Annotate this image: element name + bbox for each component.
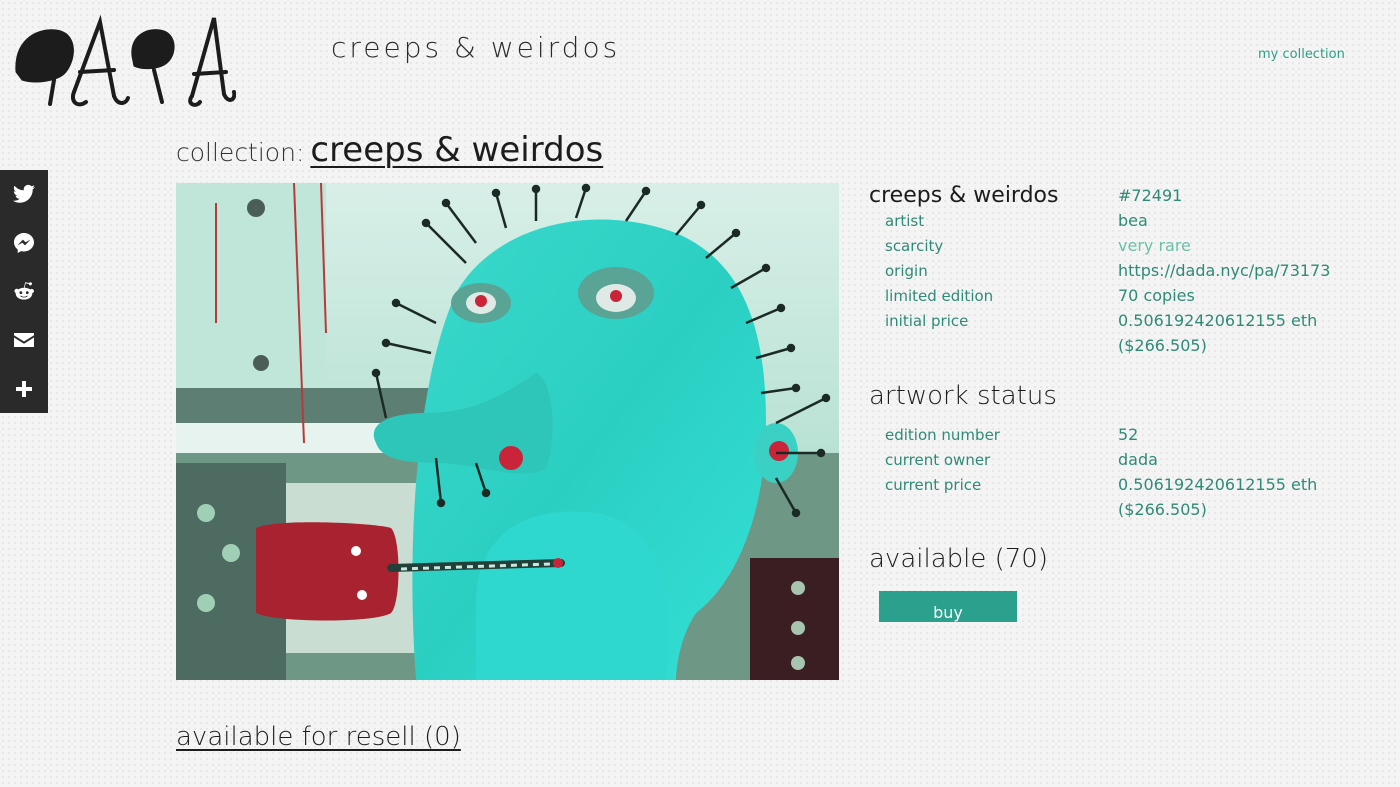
artwork-id: #72491 bbox=[1118, 186, 1183, 205]
share-bar bbox=[0, 170, 48, 413]
available-for-resell-link[interactable]: available for resell (0) bbox=[176, 722, 461, 752]
initial-price-label: initial price bbox=[885, 312, 969, 330]
current-owner-label: current owner bbox=[885, 451, 991, 469]
available-title: available (70) bbox=[869, 544, 1048, 574]
edition-number-value: 52 bbox=[1118, 425, 1139, 444]
artwork-image[interactable] bbox=[176, 183, 839, 680]
buy-button[interactable]: buy bbox=[879, 591, 1017, 622]
initial-price-eth: 0.506192420612155 eth bbox=[1118, 311, 1318, 330]
current-price-label: current price bbox=[885, 476, 982, 494]
collection-heading: collection: creeps & weirdos bbox=[176, 130, 603, 170]
messenger-icon bbox=[14, 232, 34, 253]
current-owner-link[interactable]: dada bbox=[1118, 450, 1158, 469]
collection-prefix: collection: bbox=[176, 138, 305, 167]
edition-number-label: edition number bbox=[885, 426, 1000, 444]
site-title: creeps & weirdos bbox=[331, 31, 621, 64]
scarcity-value: very rare bbox=[1118, 236, 1191, 255]
twitter-icon bbox=[13, 185, 35, 203]
artwork-status-title: artwork status bbox=[869, 381, 1057, 411]
reddit-share-button[interactable] bbox=[0, 267, 48, 316]
collection-link[interactable]: creeps & weirdos bbox=[310, 130, 603, 170]
current-price-eth: 0.506192420612155 eth bbox=[1118, 475, 1318, 494]
plus-icon bbox=[16, 380, 32, 397]
artwork-painting bbox=[176, 183, 839, 680]
artist-label: artist bbox=[885, 212, 925, 230]
messenger-share-button[interactable] bbox=[0, 219, 48, 268]
my-collection-link[interactable]: my collection bbox=[1258, 47, 1345, 62]
artwork-title: creeps & weirdos bbox=[869, 183, 1059, 208]
email-icon bbox=[14, 333, 34, 348]
reddit-icon bbox=[14, 282, 34, 301]
origin-label: origin bbox=[885, 262, 928, 280]
dada-logo[interactable] bbox=[14, 12, 237, 112]
artist-link[interactable]: bea bbox=[1118, 211, 1148, 230]
email-share-button[interactable] bbox=[0, 316, 48, 365]
dada-logo-mark bbox=[15, 14, 237, 107]
more-share-button[interactable] bbox=[0, 364, 48, 413]
origin-link[interactable]: https://dada.nyc/pa/73173 bbox=[1118, 261, 1330, 280]
twitter-share-button[interactable] bbox=[0, 170, 48, 219]
limited-edition-label: limited edition bbox=[885, 287, 994, 305]
current-price-usd: ($266.505) bbox=[1118, 500, 1207, 519]
limited-edition-value: 70 copies bbox=[1118, 286, 1195, 305]
scarcity-label: scarcity bbox=[885, 237, 944, 255]
initial-price-usd: ($266.505) bbox=[1118, 336, 1207, 355]
